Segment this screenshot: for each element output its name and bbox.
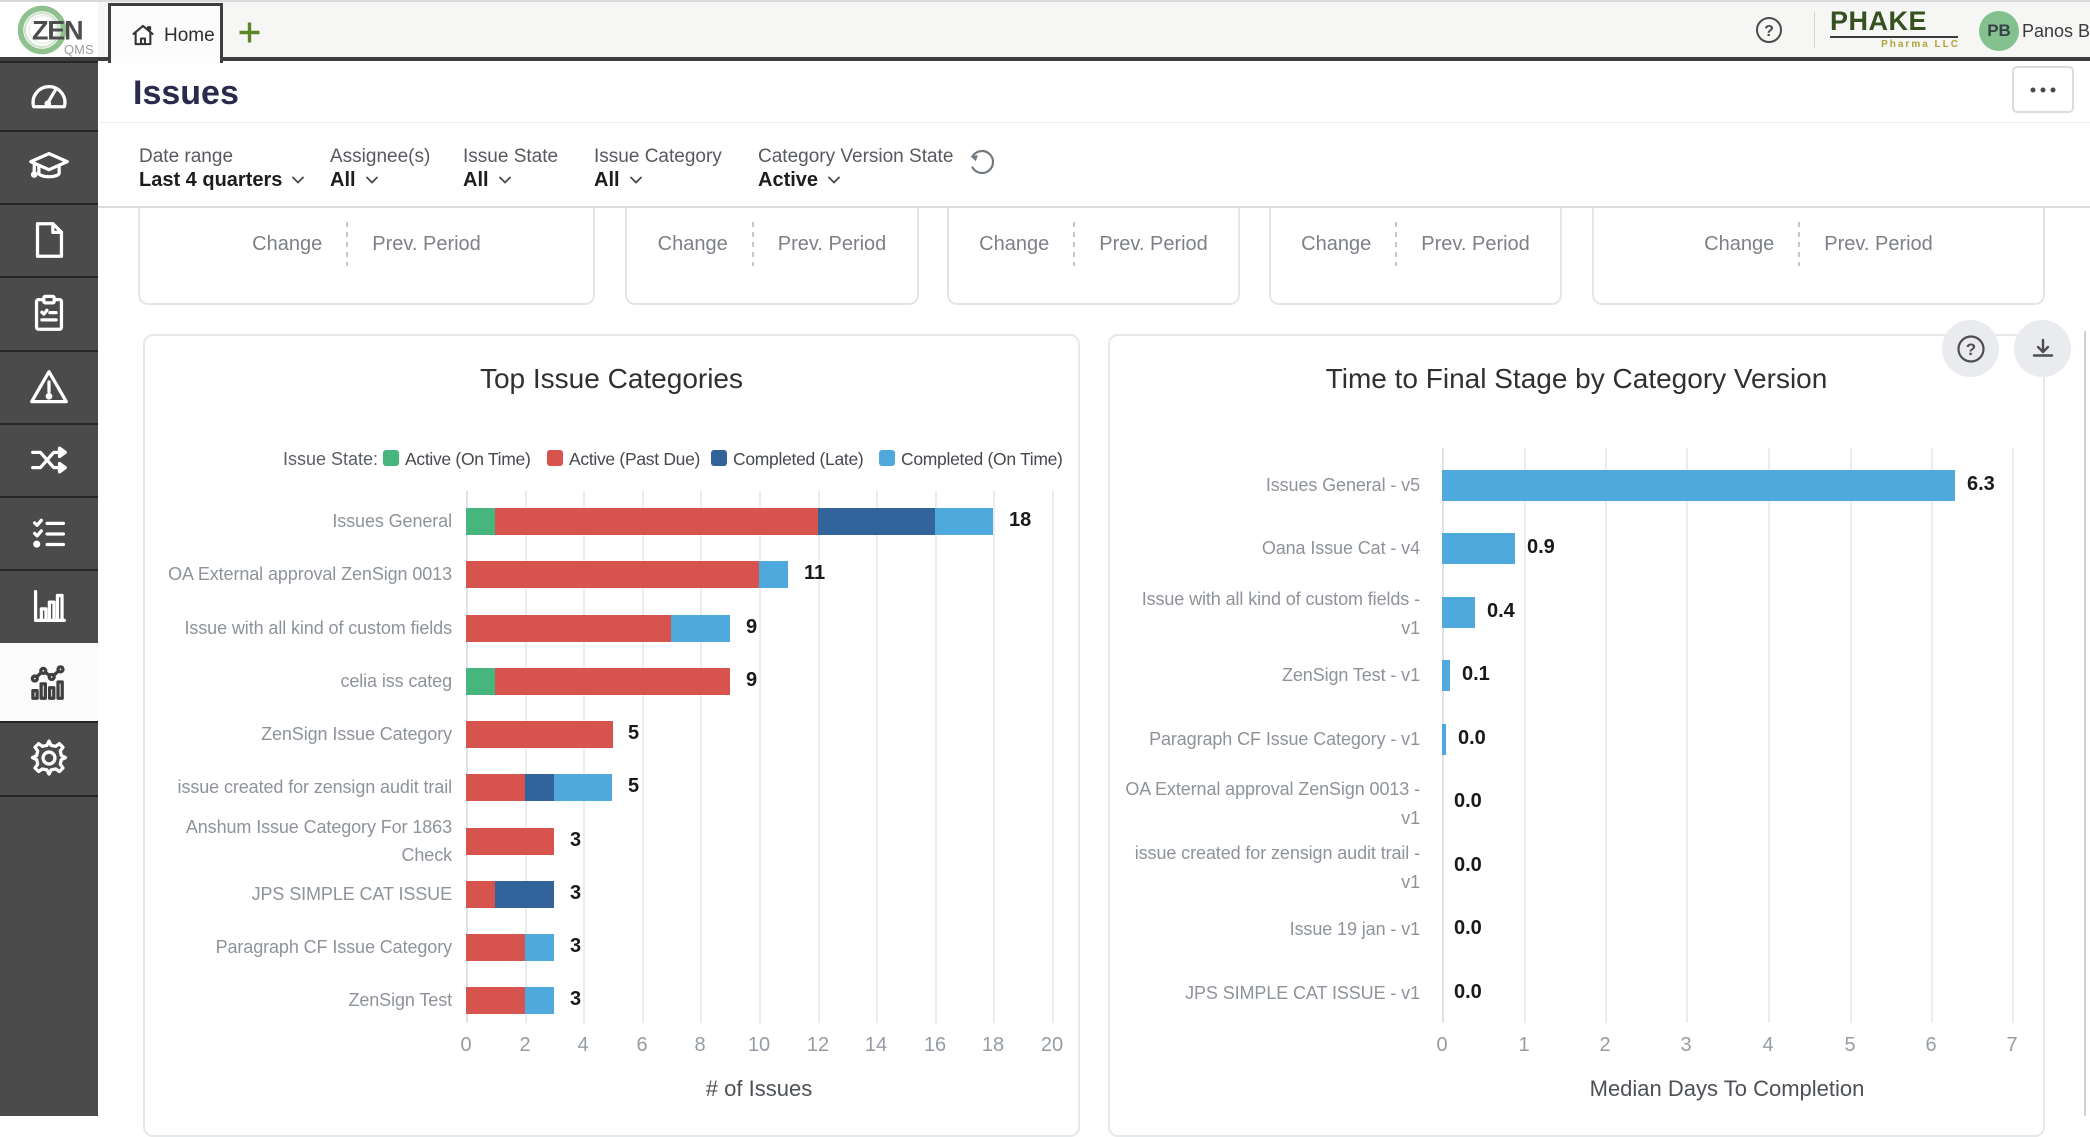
svg-text:?: ? (1764, 23, 1774, 40)
svg-text:?: ? (1966, 340, 1976, 359)
svg-text:ZEN: ZEN (32, 16, 82, 46)
svg-text:QMS: QMS (64, 42, 94, 57)
